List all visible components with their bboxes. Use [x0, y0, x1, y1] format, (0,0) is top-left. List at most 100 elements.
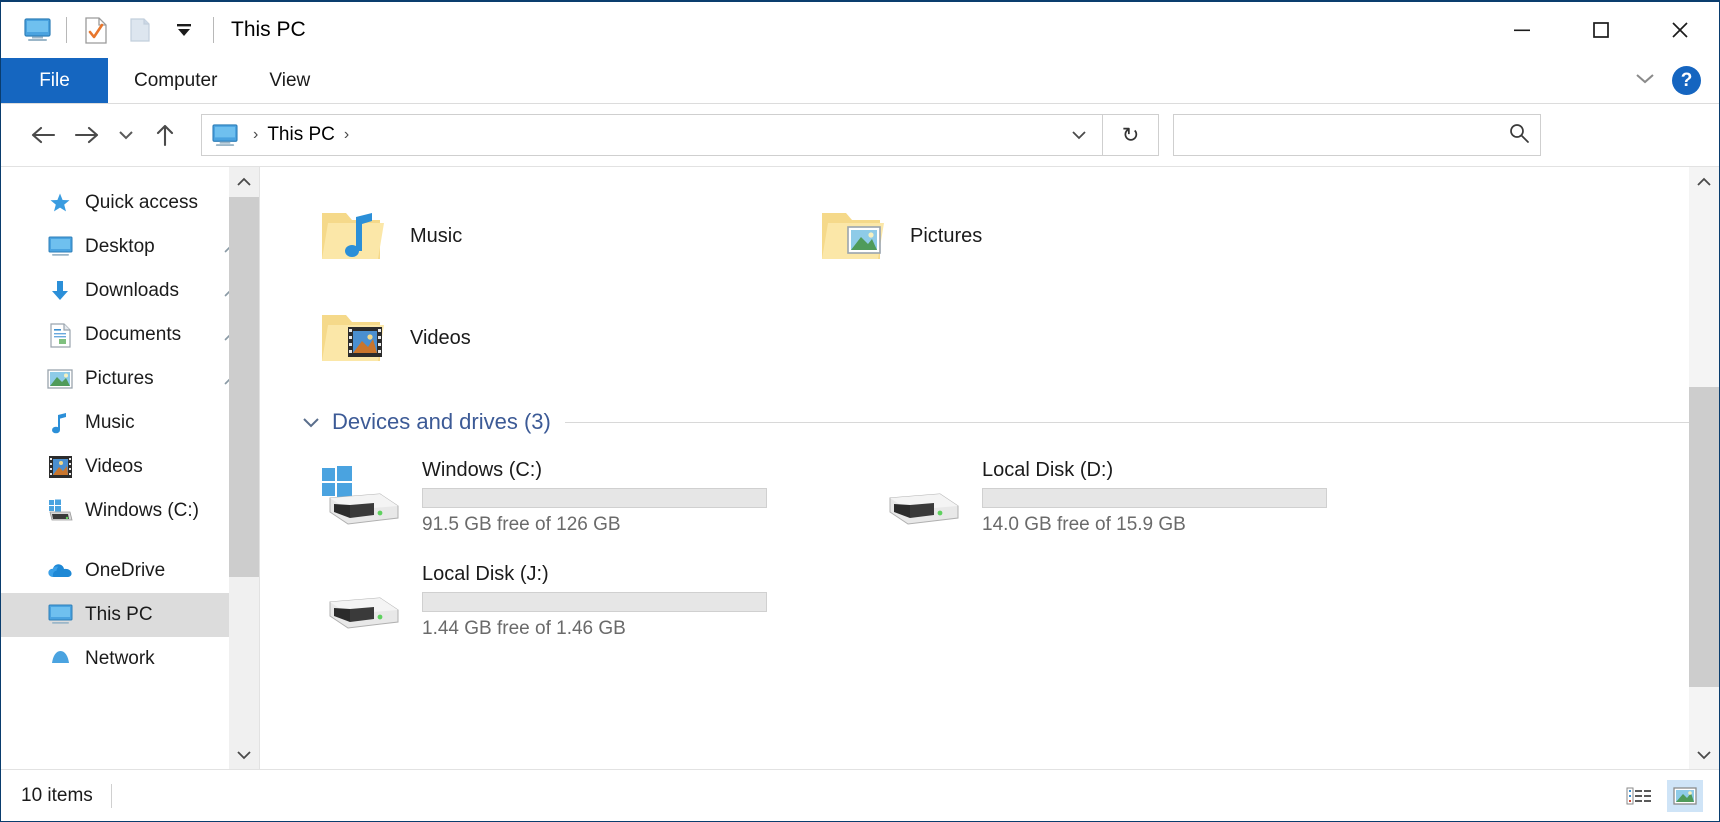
breadcrumb[interactable]: › This PC › [201, 114, 1103, 156]
sidebar-item-label: Videos [85, 456, 143, 477]
sidebar-scroll-down-button[interactable] [229, 739, 259, 769]
folder-item-downloads[interactable]: Downloads [800, 167, 1300, 185]
content-scroll-down-button[interactable] [1689, 739, 1719, 769]
desktop-icon [43, 236, 77, 258]
drive-info: Local Disk (D:) 14.0 GB free of 15.9 GB [982, 459, 1327, 536]
sidebar-item-windows-c[interactable]: Windows (C:) [1, 489, 259, 533]
content-scroll-up-button[interactable] [1689, 167, 1719, 197]
content-scrollbar[interactable] [1689, 167, 1719, 769]
search-input[interactable] [1184, 125, 1508, 145]
sidebar-scrollbar[interactable] [229, 167, 259, 769]
group-title: Devices and drives (3) [332, 409, 551, 434]
breadcrumb-separator-2[interactable]: › [335, 126, 358, 144]
content-scroll-thumb[interactable] [1689, 387, 1719, 687]
forward-button[interactable] [65, 113, 109, 157]
sidebar-item-label: Music [85, 412, 135, 433]
sidebar-item-pictures[interactable]: Pictures [1, 357, 259, 401]
drive-free-space: 91.5 GB free of 126 GB [422, 513, 621, 535]
maximize-button[interactable] [1561, 2, 1640, 58]
this-pc-icon[interactable] [15, 8, 59, 52]
breadcrumb-dropdown-icon[interactable] [1056, 115, 1102, 155]
drive-info: Windows (C:) 91.5 GB free of 126 GB [422, 459, 767, 536]
folders-grid: Documents Downloads [284, 167, 1689, 389]
music-icon [43, 411, 77, 435]
drive-free-space: 1.44 GB free of 1.46 GB [422, 617, 626, 639]
window-controls [1482, 2, 1719, 58]
search-box[interactable] [1173, 114, 1541, 156]
local-drive-icon [878, 464, 982, 530]
folder-item-videos[interactable]: Videos [300, 287, 800, 389]
address-bar: › This PC › ↻ [1, 104, 1719, 166]
tab-file[interactable]: File [1, 58, 108, 103]
sidebar-scroll-track[interactable] [229, 197, 259, 739]
help-icon[interactable]: ? [1672, 66, 1701, 95]
sidebar-item-music[interactable]: Music [1, 401, 259, 445]
properties-icon[interactable] [74, 8, 118, 52]
drive-name: Local Disk (J:) [422, 562, 549, 585]
expand-ribbon-chevron-icon[interactable] [1634, 71, 1656, 90]
minimize-button[interactable] [1482, 2, 1561, 58]
large-icons-view-button[interactable] [1667, 779, 1703, 812]
folder-item-label: Videos [410, 326, 471, 349]
sidebar-item-onedrive[interactable]: OneDrive [1, 549, 259, 593]
drive-info: Local Disk (J:) 1.44 GB free of 1.46 GB [422, 563, 767, 640]
folder-item-music[interactable]: Music [300, 185, 800, 287]
customize-dropdown-icon[interactable] [162, 8, 206, 52]
drive-item-local-disk-j[interactable]: Local Disk (J:) 1.44 GB free of 1.46 GB [300, 549, 860, 653]
devices-and-drives-group-header[interactable]: Devices and drives (3) [286, 409, 1689, 435]
drive-name: Windows (C:) [422, 458, 543, 481]
chevron-down-icon[interactable] [300, 415, 322, 430]
sidebar-item-label: OneDrive [85, 560, 166, 581]
ribbon-tab-bar: File Computer View ? [1, 58, 1719, 104]
local-drive-icon [318, 568, 422, 634]
sidebar-item-desktop[interactable]: Desktop [1, 225, 259, 269]
view-mode-buttons [1621, 779, 1703, 812]
new-folder-icon[interactable] [118, 8, 162, 52]
folders-grid-filler [800, 287, 1300, 389]
drive-item-local-disk-d[interactable]: Local Disk (D:) 14.0 GB free of 15.9 GB [860, 445, 1420, 549]
content-scroll-track[interactable] [1689, 197, 1719, 739]
sidebar-item-videos[interactable]: Videos [1, 445, 259, 489]
folder-pictures-icon [818, 205, 910, 267]
sidebar-scroll-up-button[interactable] [229, 167, 259, 197]
windows-drive-icon [43, 499, 77, 523]
status-divider [110, 783, 112, 808]
sidebar-item-label: Desktop [85, 236, 155, 257]
tab-computer[interactable]: Computer [108, 58, 243, 103]
sidebar-item-label: Pictures [85, 368, 154, 389]
documents-icon [43, 322, 77, 348]
recent-locations-chevron-down-icon[interactable] [109, 113, 143, 157]
details-view-button[interactable] [1621, 780, 1657, 812]
this-pc-icon [43, 604, 77, 626]
navigation-pane: Quick access Desktop Downloads Documents… [1, 167, 259, 769]
toolbar-divider-1 [66, 17, 67, 43]
sidebar-item-label: Windows (C:) [85, 500, 200, 521]
sidebar-scroll-thumb[interactable] [229, 197, 259, 577]
item-count-label: 10 items [21, 784, 93, 806]
folder-item-label: Pictures [910, 224, 983, 247]
back-button[interactable] [21, 113, 65, 157]
sidebar-item-network[interactable]: Network [1, 637, 259, 681]
close-button[interactable] [1640, 2, 1719, 58]
breadcrumb-separator-1[interactable]: › [244, 126, 267, 144]
drive-item-windows-c[interactable]: Windows (C:) 91.5 GB free of 126 GB [300, 445, 860, 549]
group-divider [564, 421, 1689, 423]
sidebar-item-this-pc[interactable]: This PC [1, 593, 259, 637]
up-button[interactable] [143, 113, 187, 157]
folder-item-pictures[interactable]: Pictures [800, 185, 1300, 287]
sidebar-item-documents[interactable]: Documents [1, 313, 259, 357]
drive-free-space: 14.0 GB free of 15.9 GB [982, 513, 1186, 535]
tab-view[interactable]: View [243, 58, 336, 103]
sidebar-item-downloads[interactable]: Downloads [1, 269, 259, 313]
star-icon [43, 191, 77, 215]
sidebar-item-quick-access[interactable]: Quick access [1, 181, 259, 225]
refresh-button[interactable]: ↻ [1103, 114, 1159, 156]
search-icon[interactable] [1508, 122, 1530, 149]
breadcrumb-item-this-pc[interactable]: This PC [267, 124, 335, 146]
folder-item-documents[interactable]: Documents [300, 167, 800, 185]
folder-music-icon [318, 205, 410, 267]
ribbon-right-controls: ? [1634, 58, 1719, 103]
file-list-pane[interactable]: Documents Downloads [259, 167, 1719, 769]
windows-drive-icon [318, 464, 422, 530]
explorer-body: Quick access Desktop Downloads Documents… [1, 166, 1719, 769]
